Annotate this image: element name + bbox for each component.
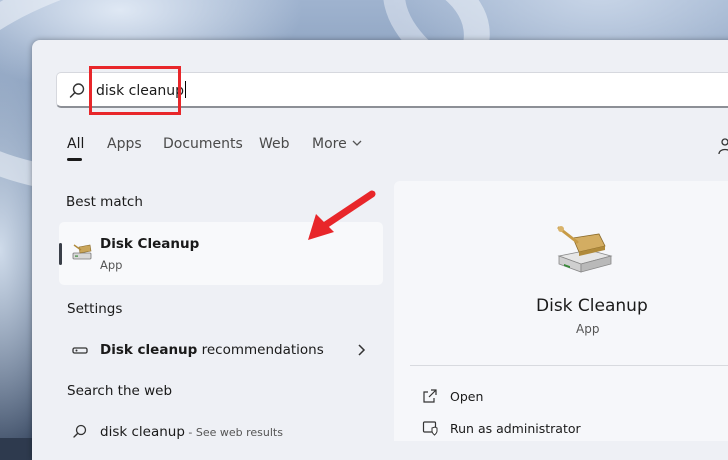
- tab-more-label: More: [312, 136, 347, 152]
- tab-all[interactable]: All: [67, 136, 84, 152]
- tab-web[interactable]: Web: [259, 136, 290, 152]
- disk-cleanup-app-icon-large: [557, 226, 613, 273]
- settings-display-icon: [72, 347, 88, 354]
- chevron-right-icon[interactable]: [356, 343, 366, 357]
- settings-result[interactable]: Disk cleanup recommendations: [100, 342, 324, 358]
- tab-more[interactable]: More: [312, 136, 363, 152]
- search-web-heading: Search the web: [67, 383, 173, 399]
- web-result-suffix: - See web results: [184, 426, 283, 439]
- settings-result-bold: Disk cleanup: [100, 342, 198, 358]
- search-icon: [69, 83, 85, 98]
- shield-admin-icon: [422, 421, 438, 436]
- settings-heading: Settings: [67, 301, 123, 317]
- text-caret: [185, 81, 187, 98]
- detail-app-name: Disk Cleanup: [536, 296, 648, 316]
- chevron-down-icon: [352, 140, 362, 146]
- best-match-name: Disk Cleanup: [100, 236, 200, 252]
- filter-tabs: All Apps Documents Web More: [0, 136, 728, 160]
- detail-divider: [410, 365, 728, 366]
- detail-app-type: App: [576, 322, 600, 336]
- action-run-as-admin[interactable]: Run as administrator: [450, 421, 581, 436]
- annotation-arrow-icon: [308, 190, 376, 240]
- person-icon[interactable]: [718, 137, 728, 155]
- tab-apps[interactable]: Apps: [107, 136, 142, 152]
- search-icon: [73, 424, 87, 438]
- disk-cleanup-app-icon: [72, 244, 92, 260]
- settings-result-rest: recommendations: [197, 342, 324, 358]
- open-external-icon: [423, 389, 437, 403]
- active-tab-indicator: [67, 158, 82, 161]
- action-open[interactable]: Open: [450, 389, 483, 404]
- best-match-type: App: [100, 258, 123, 272]
- tab-documents[interactable]: Documents: [163, 136, 243, 152]
- annotation-highlight-box: [89, 66, 181, 115]
- best-match-heading: Best match: [66, 194, 143, 210]
- selection-indicator: [59, 243, 62, 265]
